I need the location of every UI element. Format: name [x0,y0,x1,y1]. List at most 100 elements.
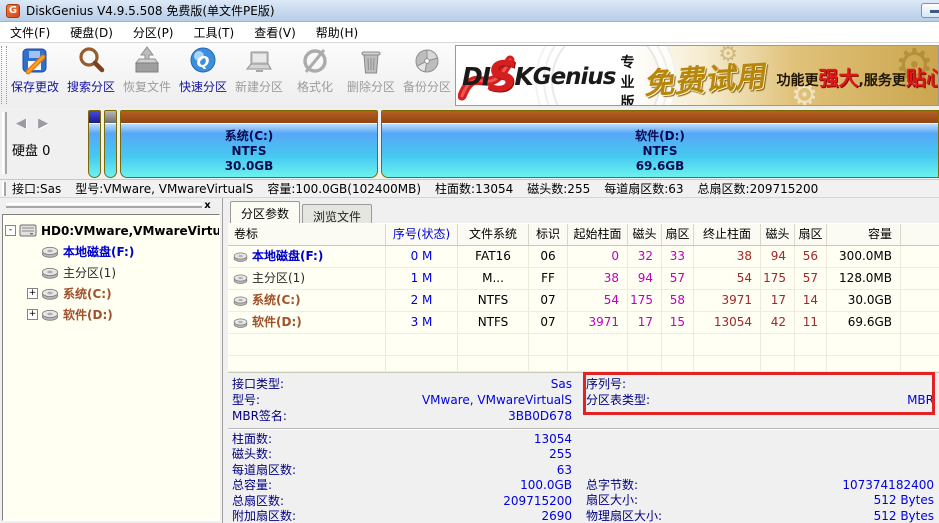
menu-disk[interactable]: 硬盘(D) [60,22,123,43]
status-strip-grip[interactable] [2,182,6,196]
slogan-part: 功能更 [777,73,819,89]
table-row-software-d[interactable]: 软件(D:) 3 M NTFS 07 3971 17 15 13054 42 1… [228,312,939,334]
col-seq-status[interactable]: 序号(状态) [386,224,458,245]
partition-block-local-disk-f[interactable] [88,110,101,178]
serial-number-label: 序列号: [586,377,626,393]
total-bytes-value: 107374182400 [842,478,934,493]
heads-value: 255 [549,447,572,462]
expand-icon[interactable]: + [27,309,38,320]
menu-help[interactable]: 帮助(H) [306,22,368,43]
col-volume[interactable]: 卷标 [228,224,386,245]
menu-tools[interactable]: 工具(T) [184,22,245,43]
menu-partition[interactable]: 分区(P) [123,22,184,43]
table-row-system-c[interactable]: 系统(C:) 2 M NTFS 07 54 175 58 3971 17 14 … [228,290,939,312]
table-row-local-disk-f[interactable]: 本地磁盘(F:) 0 M FAT16 06 0 32 33 38 94 56 3… [228,246,939,268]
cell-end-sec: 11 [795,312,827,334]
banner-content: DI S K Genius 专业版 免费试用 功能更强大,服务更贴心 [462,46,939,106]
format-button[interactable]: 格式化 [287,43,343,105]
backup-partition-icon [411,45,443,77]
col-start-head[interactable]: 磁头 [628,224,662,245]
col-end-cylinder[interactable]: 终止柱面 [694,224,761,245]
search-partition-icon [75,45,107,77]
cell-start-cyl: 38 [568,268,628,290]
mbr-signature-label: MBR签名: [232,409,287,425]
recover-files-button[interactable]: 恢复文件 [119,43,175,105]
mbr-signature-value: 3BB0D678 [508,409,572,425]
close-icon[interactable]: x [201,200,214,213]
tree-node-system-c[interactable]: + 系统(C:) [5,283,217,304]
quick-partition-button[interactable]: Q 快速分区 [175,43,231,105]
cell-start-head: 94 [628,268,662,290]
backup-partition-button[interactable]: 备份分区 [399,43,455,105]
partition-table-type-value: MBR [907,393,934,409]
disk-panel-grip[interactable] [2,112,7,174]
partition-size: 30.0GB [121,159,377,174]
cell-start-head: 17 [628,312,662,334]
model-value: VMware, VMwareVirtualS [422,393,572,409]
new-partition-button[interactable]: 新建分区 [231,43,287,105]
partition-block-software-d[interactable]: 软件(D:) NTFS 69.6GB [381,110,939,178]
partition-block-primary-1[interactable] [104,110,117,178]
menu-file[interactable]: 文件(F) [0,22,60,43]
expand-icon[interactable]: + [27,288,38,299]
tree-node-hd0[interactable]: - HD0:VMware,VMwareVirtualS [5,220,217,241]
cell-end-head: 17 [761,290,795,312]
partition-type-band [105,111,116,124]
title-bar[interactable]: G DiskGenius V4.9.5.508 免费版(单文件PE版) [0,0,939,22]
col-end-sector[interactable]: 扇区 [795,224,827,245]
quick-partition-icon: Q [187,45,219,77]
col-capacity[interactable]: 容量 [827,224,901,245]
cell-capacity: 30.0GB [827,290,901,312]
cell-seq: 2 M [386,290,458,312]
table-row-primary-1[interactable]: 主分区(1) 1 M M... FF 38 94 57 54 175 57 12… [228,268,939,290]
col-id[interactable]: 标识 [529,224,568,245]
delete-partition-button[interactable]: 删除分区 [343,43,399,105]
volume-label: 本地磁盘(F:) [252,246,323,267]
new-partition-icon [243,45,275,77]
disk-icon [41,287,59,300]
col-start-cylinder[interactable]: 起始柱面 [568,224,628,245]
cell-end-cyl: 3971 [694,290,761,312]
recover-files-label: 恢复文件 [123,78,171,95]
cell-start-cyl: 0 [568,246,628,268]
right-pane: 分区参数 浏览文件 卷标 序号(状态) 文件系统 标识 起始柱面 磁头 扇区 终… [228,198,939,523]
slogan-part-red: 贴心 [906,66,939,90]
tree-node-primary-1[interactable]: 主分区(1) [5,262,217,283]
tab-partition-parameters[interactable]: 分区参数 [230,201,300,223]
col-start-sector[interactable]: 扇区 [662,224,694,245]
table-row-empty [228,334,939,356]
partition-block-system-c[interactable]: 系统(C:) NTFS 30.0GB [120,110,378,178]
tree-panel-header: x [0,198,228,214]
promo-banner[interactable]: ⚙ ⚙ ⚙ DI S K Genius 专业版 免费试用 功能更强大,服务更贴心 [455,45,939,106]
cell-end-head: 175 [761,268,795,290]
status-interface: 接口:Sas [12,180,61,197]
partition-size: 69.6GB [382,159,938,174]
svg-text:Q: Q [197,53,210,71]
next-disk-arrow-icon[interactable]: ▶ [38,116,52,131]
volume-label: 软件(D:) [252,312,302,333]
delete-partition-label: 删除分区 [347,78,395,95]
status-capacity: 容量:100.0GB(102400MB) [267,180,421,197]
save-changes-button[interactable]: 保存更改 [7,43,63,105]
tab-bar: 分区参数 浏览文件 [228,198,939,224]
minimize-button[interactable] [921,3,939,18]
col-end-head[interactable]: 磁头 [761,224,795,245]
sectors-per-track-value: 63 [557,463,572,478]
partition-name: 系统(C:) [121,129,377,144]
tree-node-software-d[interactable]: + 软件(D:) [5,304,217,325]
search-partition-button[interactable]: 搜索分区 [63,43,119,105]
cell-end-sec: 57 [795,268,827,290]
col-filesystem[interactable]: 文件系统 [458,224,529,245]
disk-icon [233,317,248,328]
cell-start-sec: 57 [662,268,694,290]
menu-view[interactable]: 查看(V) [244,22,306,43]
tree-node-local-disk-f[interactable]: 本地磁盘(F:) [5,241,217,262]
tab-browse-files[interactable]: 浏览文件 [302,204,372,223]
physical-sector-size-value: 512 Bytes [874,509,934,523]
geometry-right: 总字节数:107374182400 扇区大小:512 Bytes 物理扇区大小:… [586,478,934,523]
prev-disk-arrow-icon[interactable]: ◀ [16,116,30,131]
tree-panel-grip[interactable] [6,203,202,208]
cell-capacity: 69.6GB [827,312,901,334]
collapse-icon[interactable]: - [5,225,16,236]
partition-table-type-label: 分区表类型: [586,393,650,409]
